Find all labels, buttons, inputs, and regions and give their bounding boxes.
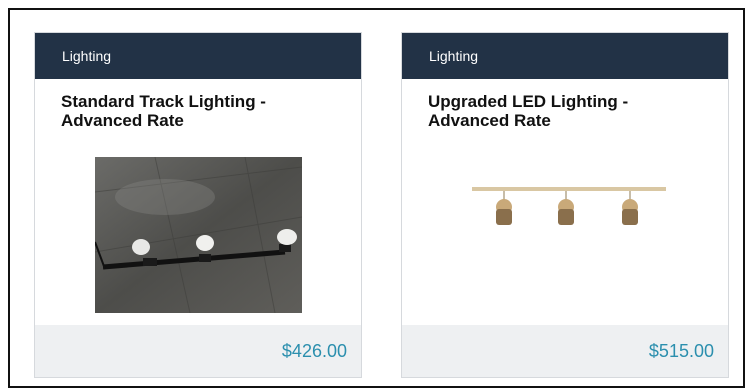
category-label: Lighting — [402, 33, 728, 79]
product-price: $426.00 — [35, 325, 361, 377]
category-label: Lighting — [35, 33, 361, 79]
product-title[interactable]: Standard Track Lighting - Advanced Rate — [61, 92, 335, 130]
product-card[interactable]: Lighting Standard Track Lighting - Advan… — [34, 32, 362, 378]
led-track-lighting-photo[interactable] — [468, 179, 668, 279]
product-title[interactable]: Upgraded LED Lighting - Advanced Rate — [428, 92, 702, 130]
product-card[interactable]: Lighting Upgraded LED Lighting - Advance… — [401, 32, 729, 378]
product-price: $515.00 — [402, 325, 728, 377]
track-lighting-photo[interactable] — [95, 157, 302, 313]
